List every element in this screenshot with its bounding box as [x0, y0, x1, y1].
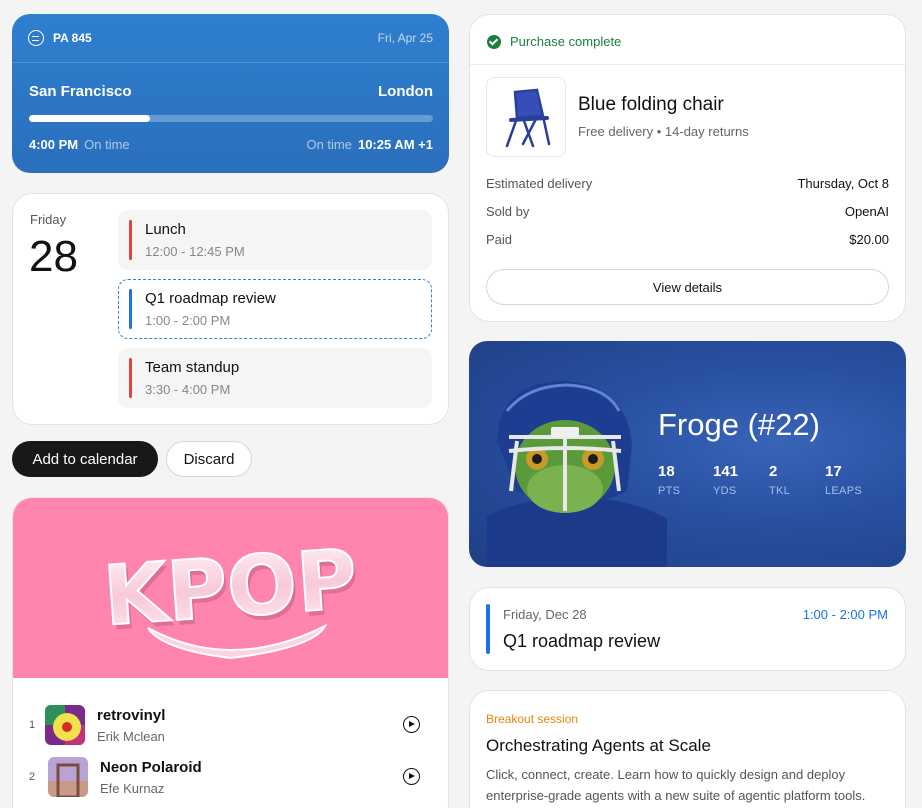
- track-artwork: [45, 705, 85, 745]
- folding-chair-image: [505, 88, 551, 148]
- row-label: Paid: [486, 232, 513, 247]
- polaroid-artwork: [48, 757, 88, 797]
- arrive-status: On time: [306, 137, 352, 152]
- stat-value: 141: [713, 463, 739, 480]
- origin-city: San Francisco: [29, 83, 132, 100]
- discard-button[interactable]: Discard: [166, 441, 252, 477]
- player-name: Froge (#22): [658, 407, 820, 442]
- event-title: Team standup: [145, 359, 240, 376]
- session-description: Click, connect, create. Learn how to qui…: [486, 767, 866, 803]
- flight-progress-bar: [29, 115, 433, 122]
- event-time: 12:00 - 12:45 PM: [145, 244, 245, 259]
- purchase-card: Purchase complete Blue folding chair Fre…: [469, 14, 906, 322]
- row-value: OpenAI: [844, 204, 889, 219]
- player-card[interactable]: Froge (#22) 18 PTS 141 YDS 2 TKL 17 LEAP…: [469, 341, 906, 567]
- flight-date: Fri, Apr 25: [377, 31, 433, 45]
- stat-pts: 18 PTS: [658, 463, 680, 497]
- event-date: Friday, Dec 28: [503, 607, 587, 622]
- depart-time: 4:00 PM: [29, 137, 79, 152]
- view-details-button[interactable]: View details: [486, 269, 889, 305]
- track-name: Neon Polaroid: [100, 759, 202, 776]
- track-name: retrovinyl: [97, 707, 166, 724]
- row-label: Sold by: [486, 204, 530, 219]
- music-card: KPOP KPOP 1 retrovinyl Erik Mclean 2 Neo…: [12, 497, 449, 808]
- session-card[interactable]: Breakout session Orchestrating Agents at…: [469, 690, 906, 808]
- calendar-event-roadmap[interactable]: Q1 roadmap review 1:00 - 2:00 PM: [118, 279, 432, 339]
- purchase-row-paid: Paid $20.00: [486, 232, 889, 247]
- track-artwork: [48, 757, 88, 797]
- kpop-logo-graphic: KPOP KPOP: [100, 531, 363, 660]
- vinyl-artwork: [45, 705, 85, 745]
- event-time: 3:30 - 4:00 PM: [145, 382, 231, 397]
- purchase-header: Purchase complete: [470, 15, 905, 65]
- stat-label: PTS: [658, 485, 681, 497]
- flight-code: PA 845: [53, 31, 92, 45]
- stat-value: 17: [825, 463, 842, 480]
- event-time: 1:00 - 2:00 PM: [145, 313, 231, 328]
- stat-leaps: 17 LEAPS: [825, 463, 862, 497]
- frog-helmet-image: [487, 381, 667, 567]
- album-hero-image: KPOP KPOP: [13, 498, 448, 678]
- airline-logo-icon: [28, 30, 44, 46]
- stat-value: 18: [658, 463, 675, 480]
- product-subtitle: Free delivery • 14-day returns: [578, 124, 749, 139]
- row-value: Thursday, Oct 8: [797, 176, 889, 191]
- flight-progress-fill: [29, 115, 151, 122]
- flight-header: PA 845 Fri, Apr 25: [12, 14, 449, 63]
- event-color-stripe: [129, 358, 132, 398]
- product-thumbnail: [486, 77, 566, 157]
- play-icon[interactable]: [403, 768, 420, 785]
- purchase-row-delivery: Estimated delivery Thursday, Oct 8: [486, 176, 889, 191]
- depart-status: On time: [84, 137, 130, 152]
- event-color-stripe: [486, 604, 490, 654]
- calendar-event-standup[interactable]: Team standup 3:30 - 4:00 PM: [118, 348, 432, 408]
- flight-card[interactable]: PA 845 Fri, Apr 25 San Francisco London …: [12, 14, 449, 173]
- event-title: Q1 roadmap review: [145, 290, 276, 307]
- row-label: Estimated delivery: [486, 176, 593, 191]
- play-icon[interactable]: [403, 716, 420, 733]
- track-row[interactable]: 1 retrovinyl Erik Mclean: [13, 703, 448, 747]
- track-index: 1: [29, 719, 36, 731]
- session-tag: Breakout session: [486, 712, 579, 726]
- track-row[interactable]: 2 Neon Polaroid Efe Kurnaz: [13, 755, 448, 799]
- row-value: $20.00: [849, 232, 889, 247]
- flight-times: 4:00 PM On time On time 10:25 AM +1: [12, 122, 449, 152]
- calendar-card: Friday 28 Lunch 12:00 - 12:45 PM Q1 road…: [12, 193, 449, 425]
- day-name: Friday: [30, 212, 67, 227]
- purchase-status: Purchase complete: [510, 34, 622, 49]
- track-artist: Erik Mclean: [97, 729, 165, 744]
- stat-tkl: 2 TKL: [769, 463, 790, 497]
- arrive-time: 10:25 AM +1: [357, 137, 433, 152]
- event-card[interactable]: Friday, Dec 28 1:00 - 2:00 PM Q1 roadmap…: [469, 587, 906, 671]
- event-color-stripe: [129, 220, 132, 260]
- event-time: 1:00 - 2:00 PM: [802, 607, 888, 622]
- event-title: Lunch: [145, 221, 186, 238]
- stat-value: 2: [769, 463, 778, 480]
- purchase-row-seller: Sold by OpenAI: [486, 204, 889, 219]
- day-number: 28: [29, 232, 78, 281]
- product-name: Blue folding chair: [578, 94, 724, 115]
- event-color-stripe: [129, 289, 132, 329]
- add-to-calendar-button[interactable]: Add to calendar: [12, 441, 158, 477]
- stat-label: TKL: [769, 485, 791, 497]
- calendar-event-lunch[interactable]: Lunch 12:00 - 12:45 PM: [118, 210, 432, 270]
- session-title: Orchestrating Agents at Scale: [486, 736, 711, 755]
- destination-city: London: [378, 83, 433, 100]
- track-artist: Efe Kurnaz: [100, 781, 165, 796]
- stat-label: YDS: [713, 485, 737, 497]
- flight-route: San Francisco London: [12, 63, 449, 100]
- check-circle-icon: [487, 35, 501, 49]
- event-title: Q1 roadmap review: [503, 631, 661, 651]
- stat-label: LEAPS: [825, 485, 862, 497]
- stat-yds: 141 YDS: [713, 463, 738, 497]
- track-index: 2: [29, 771, 36, 783]
